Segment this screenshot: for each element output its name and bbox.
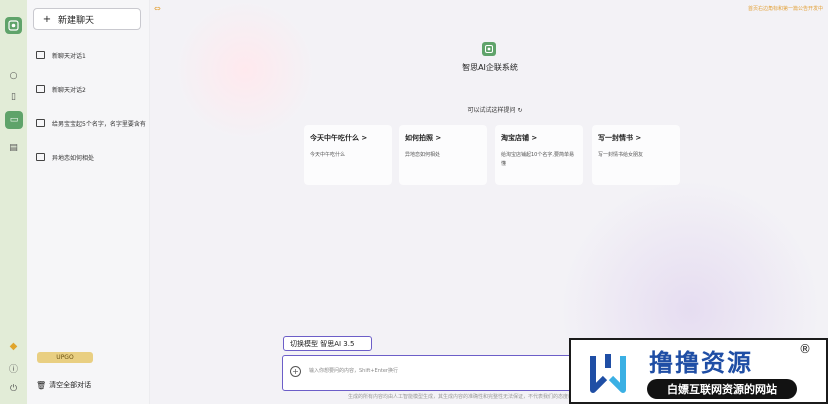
trash-icon: 🗑 [36, 380, 47, 390]
clear-all-label: 清空全部对话 [49, 381, 92, 389]
chat-input[interactable]: + 输入你想要问的内容，Shift+Enter换行 [282, 355, 580, 391]
try-asking-label[interactable]: 可以试试这样提问 ↻ [440, 105, 550, 114]
try-asking-text: 可以试试这样提问 [467, 107, 516, 114]
icon-rail: ○ ▯ ▭ ▤ ◆ ⓘ ⏻ [0, 0, 27, 404]
registered-mark: ® [799, 342, 811, 356]
new-chat-button[interactable]: + 新建聊天 [33, 8, 141, 30]
card-title: 今天中午吃什么 > [310, 134, 368, 142]
message-icon [36, 153, 45, 161]
conversation-item[interactable]: 给男宝宝起5个名字，名字里要含有 [36, 116, 148, 130]
message-icon [36, 85, 45, 93]
image-icon[interactable]: ▯ [0, 89, 27, 105]
card-desc: 写一封情书给女朋友 [598, 152, 644, 158]
brand-title: 智思AI企联系统 [462, 63, 518, 72]
conversation-title: 给男宝宝起5个名字，名字里要含有 [52, 120, 146, 128]
upgrade-button[interactable]: UPGO [37, 352, 93, 363]
suggestion-card[interactable]: 如何拍照 > 异地恋如何相处 [399, 125, 487, 185]
refresh-icon[interactable]: ↻ [517, 107, 522, 114]
disclaimer-text: 生成的所有内容均由人工智能模型生成，其生成内容的准确性和完整性无法保证，不代表我… [348, 394, 580, 400]
chat-input-placeholder: 输入你想要问的内容，Shift+Enter换行 [309, 368, 398, 374]
message-icon [36, 119, 45, 127]
watermark-title: 撸撸资源 [649, 349, 753, 377]
app-logo-icon[interactable] [5, 17, 22, 34]
sidebar: + 新建聊天 新聊天对话1 新聊天对话2 给男宝宝起5个名字，名字里要含有 异地… [27, 0, 150, 404]
card-desc: 异地恋如何相处 [405, 152, 441, 158]
collapse-sidebar-icon[interactable]: ⇔ [154, 4, 161, 13]
card-title: 淘宝店铺 > [501, 134, 538, 142]
suggestion-card[interactable]: 淘宝店铺 > 给淘宝店铺起10个名字,要简单易懂 [495, 125, 583, 185]
vip-icon[interactable]: ◆ [0, 338, 27, 354]
new-chat-label: 新建聊天 [58, 15, 95, 26]
document-icon[interactable]: ▤ [0, 140, 27, 156]
watermark-logo: 撸撸资源 ® 白嫖互联网资源的网站 [569, 338, 828, 404]
card-desc: 今天中午吃什么 [310, 152, 346, 158]
suggestion-card[interactable]: 今天中午吃什么 > 今天中午吃什么 [304, 125, 392, 185]
card-title: 如何拍照 > [405, 134, 442, 142]
card-desc: 给淘宝店铺起10个名字,要简单易懂 [501, 152, 574, 167]
conversation-item[interactable]: 新聊天对话1 [36, 48, 148, 62]
active-chat-icon[interactable]: ▭ [5, 111, 23, 129]
watermark-emblem-icon [590, 354, 626, 393]
clear-all-button[interactable]: 🗑 清空全部对话 [36, 379, 91, 391]
suggestion-card[interactable]: 写一封情书 > 写一封情书给女朋友 [592, 125, 680, 185]
watermark-subtitle: 白嫖互联网资源的网站 [647, 379, 797, 399]
conversation-title: 新聊天对话2 [52, 86, 86, 94]
plus-icon: + [42, 13, 52, 25]
card-title: 写一封情书 > [598, 134, 642, 142]
chat-icon[interactable]: ○ [0, 68, 27, 84]
conversation-title: 异地恋如何相处 [52, 154, 95, 162]
add-attachment-icon[interactable]: + [290, 366, 301, 377]
conversation-item[interactable]: 异地恋如何相处 [36, 150, 148, 164]
message-icon [36, 51, 45, 59]
brand-logo-icon [482, 42, 496, 56]
conversation-item[interactable]: 新聊天对话2 [36, 82, 148, 96]
top-notice[interactable]: 首页右边角标和第一篇公告开发中 [748, 5, 823, 12]
info-icon[interactable]: ⓘ [0, 360, 27, 376]
model-switch-button[interactable]: 切换模型 智思AI 3.5 [283, 336, 372, 351]
power-icon[interactable]: ⏻ [0, 381, 27, 397]
conversation-title: 新聊天对话1 [52, 52, 86, 60]
